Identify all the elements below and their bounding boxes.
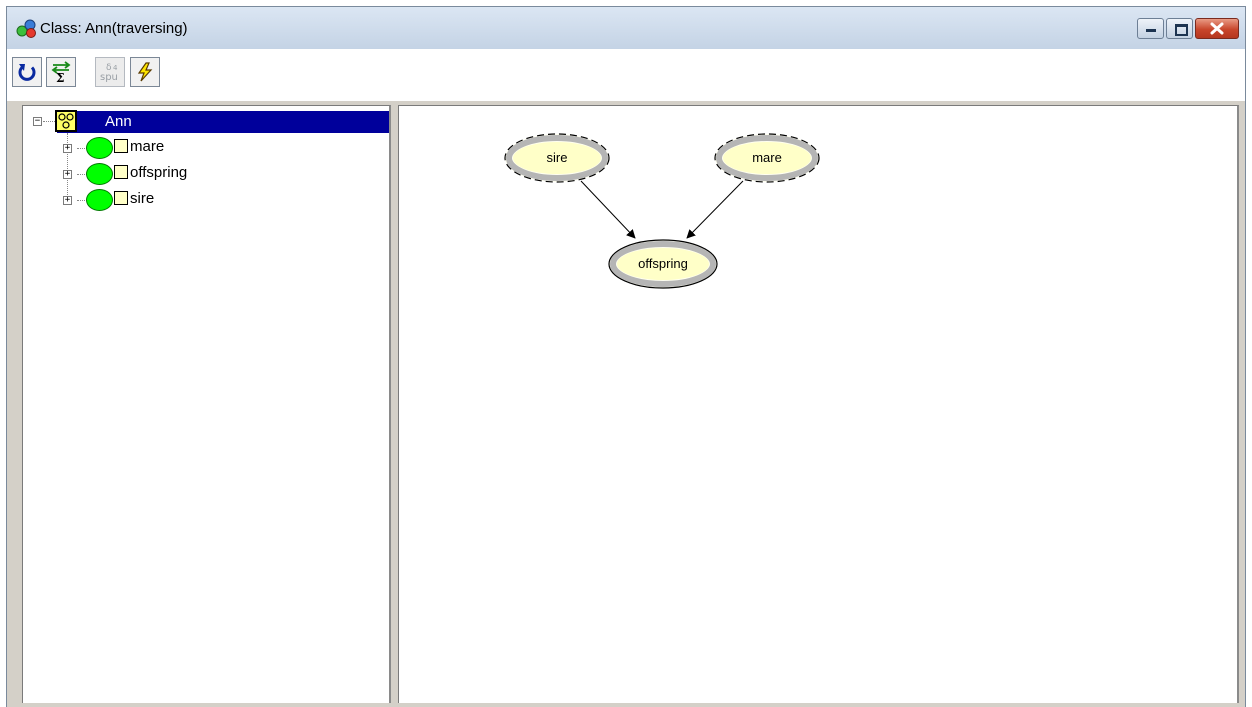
graph-panel[interactable]: sire mare offspring: [398, 105, 1239, 703]
toolbar: Σ δ 4 spu: [7, 49, 1245, 101]
title-bar[interactable]: Class: Ann(traversing): [7, 7, 1245, 49]
minimize-button[interactable]: [1137, 18, 1164, 39]
node-state-icon: [86, 137, 113, 159]
node-type-icon: [114, 165, 128, 179]
expand-icon[interactable]: +: [63, 196, 72, 205]
tree-item-label: mare: [130, 138, 165, 155]
svg-text:4: 4: [113, 64, 118, 72]
content-area: − Ann + mare + offspring + sire sire mar…: [7, 101, 1245, 707]
svg-text:Σ: Σ: [56, 71, 64, 84]
refresh-icon: [18, 64, 36, 81]
graph-node-sire[interactable]: sire: [504, 133, 610, 183]
window-title: Class: Ann(traversing): [40, 20, 188, 37]
node-state-icon: [86, 163, 113, 185]
tree-root-label: Ann: [105, 113, 132, 130]
sum-propagate-button[interactable]: Σ: [46, 57, 76, 87]
main-window: Class: Ann(traversing) Σ δ 4 spu − Ann +…: [6, 6, 1246, 707]
maximize-icon: [1175, 24, 1188, 36]
graph-node-offspring[interactable]: offspring: [608, 239, 718, 289]
node-type-icon: [114, 191, 128, 205]
tree-item-sire[interactable]: + sire: [23, 188, 383, 212]
class-icon: [55, 110, 77, 132]
tree-item-offspring[interactable]: + offspring: [23, 162, 383, 186]
collapse-icon[interactable]: −: [33, 117, 42, 126]
close-button[interactable]: [1195, 18, 1239, 39]
tree-item-label: offspring: [130, 164, 188, 181]
svg-text:sire: sire: [547, 150, 568, 165]
minimize-icon: [1146, 29, 1156, 32]
lightning-icon: [137, 62, 153, 82]
edge-sire-offspring: [580, 180, 636, 239]
app-icon: [16, 19, 36, 38]
node-state-icon: [86, 189, 113, 211]
edge-mare-offspring: [686, 180, 744, 239]
tree-item-mare[interactable]: + mare: [23, 136, 383, 160]
expand-icon[interactable]: +: [63, 170, 72, 179]
sum-arrows-icon: Σ: [51, 61, 71, 84]
lightning-button[interactable]: [130, 57, 160, 87]
svg-text:offspring: offspring: [638, 256, 688, 271]
spu-button[interactable]: δ 4 spu: [95, 57, 125, 87]
maximize-button[interactable]: [1166, 18, 1193, 39]
expand-icon[interactable]: +: [63, 144, 72, 153]
node-type-icon: [114, 139, 128, 153]
network-graph: sire mare offspring: [504, 133, 820, 289]
tree-root-ann[interactable]: Ann: [55, 110, 389, 133]
close-icon: [1210, 22, 1224, 35]
svg-text:spu: spu: [100, 72, 118, 83]
spu-icon: δ 4 spu: [100, 63, 118, 83]
tree-panel[interactable]: − Ann + mare + offspring + sire: [22, 105, 391, 703]
svg-text:mare: mare: [752, 150, 782, 165]
tree-item-label: sire: [130, 190, 155, 207]
refresh-button[interactable]: [12, 57, 42, 87]
graph-node-mare[interactable]: mare: [714, 133, 820, 183]
